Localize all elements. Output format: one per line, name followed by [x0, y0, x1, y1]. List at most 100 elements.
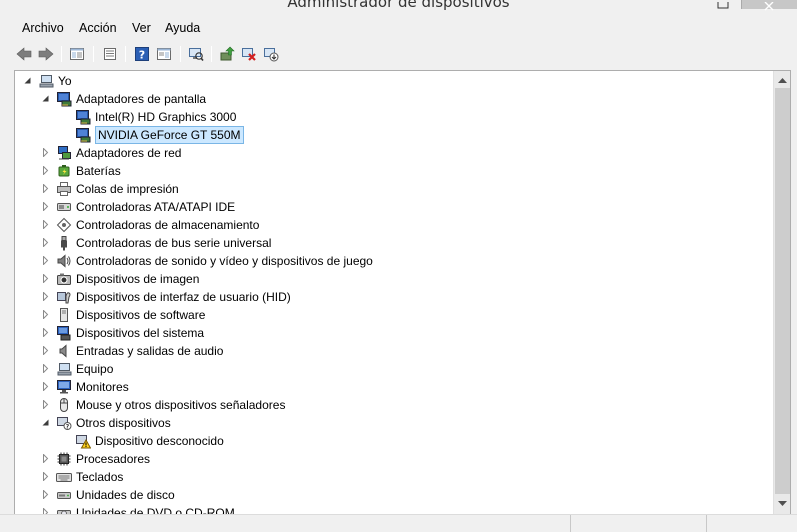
tree-item-dispositivos-de-software[interactable]: Dispositivos de software — [15, 306, 775, 324]
tree-item-label: Controladoras ATA/ATAPI IDE — [76, 200, 236, 214]
tree-item-dispositivos-de-imagen[interactable]: Dispositivos de imagen — [15, 270, 775, 288]
tree-item-label: Adaptadores de red — [76, 146, 182, 160]
expand-toggle[interactable] — [41, 346, 50, 355]
tree-item-baterias[interactable]: Baterías — [15, 162, 775, 180]
storage-controller-icon — [56, 217, 72, 233]
tree-item-unidades-de-disco[interactable]: Unidades de disco — [15, 486, 775, 504]
software-device-icon — [56, 307, 72, 323]
scrollbar-thumb[interactable] — [775, 88, 790, 494]
tree-item-dispositivos-de-interfaz-de-usuario-hid[interactable]: Dispositivos de interfaz de usuario (HID… — [15, 288, 775, 306]
expand-toggle[interactable] — [41, 148, 50, 157]
properties-icon — [104, 48, 116, 60]
tree-item-controladoras-ata-atapi-ide[interactable]: Controladoras ATA/ATAPI IDE — [15, 198, 775, 216]
tree-item-otros-dispositivos[interactable]: ? Otros dispositivos — [15, 414, 775, 432]
expand-toggle[interactable] — [41, 328, 50, 337]
scroll-down-button[interactable] — [774, 495, 790, 512]
audio-io-icon — [56, 343, 72, 359]
tree-item-label: Baterías — [76, 164, 121, 178]
action-pane-icon — [157, 48, 171, 60]
help-button[interactable]: ? — [132, 44, 152, 64]
unknown-device-icon: ? — [56, 415, 72, 431]
tree-item-label: Procesadores — [76, 452, 151, 466]
tree-item-label: Dispositivos de imagen — [76, 272, 200, 286]
expand-toggle[interactable] — [41, 184, 50, 193]
close-button[interactable] — [741, 0, 797, 11]
expand-toggle[interactable] — [41, 202, 50, 211]
forward-button[interactable] — [36, 44, 56, 64]
expand-toggle[interactable] — [41, 238, 50, 247]
collapse-toggle[interactable] — [41, 418, 50, 427]
collapse-toggle[interactable] — [41, 94, 50, 103]
tree-root-yo[interactable]: Yo — [15, 72, 775, 90]
show-hide-tree-button[interactable] — [67, 44, 87, 64]
tree-item-teclados[interactable]: Teclados — [15, 468, 775, 486]
tree-item-equipo[interactable]: Equipo — [15, 360, 775, 378]
tree-item-dispositivo-desconocido[interactable]: Dispositivo desconocido — [15, 432, 775, 450]
scroll-up-button[interactable] — [774, 71, 790, 88]
menu-accion[interactable]: Acción — [79, 21, 117, 35]
scan-hardware-icon — [189, 48, 204, 61]
tree-item-label: Intel(R) HD Graphics 3000 — [95, 110, 237, 124]
expand-toggle[interactable] — [41, 274, 50, 283]
uninstall-device-button[interactable] — [239, 44, 259, 64]
expand-toggle[interactable] — [41, 400, 50, 409]
tree-item-adaptadores-de-red[interactable]: Adaptadores de red — [15, 144, 775, 162]
menu-archivo[interactable]: Archivo — [22, 21, 64, 35]
toolbar-separator — [180, 46, 181, 62]
maximize-button[interactable] — [709, 0, 737, 9]
expand-toggle[interactable] — [41, 220, 50, 229]
chevron-up-icon — [778, 77, 787, 83]
update-driver-button[interactable] — [217, 44, 237, 64]
expand-toggle[interactable] — [41, 292, 50, 301]
collapse-toggle[interactable] — [23, 76, 32, 85]
tree-item-monitores[interactable]: Monitores — [15, 378, 775, 396]
expand-toggle[interactable] — [41, 310, 50, 319]
properties-button[interactable] — [100, 44, 120, 64]
toolbar-separator — [125, 46, 126, 62]
tree-item-label: Dispositivos del sistema — [76, 326, 205, 340]
usb-icon — [56, 235, 72, 251]
tree-item-nvidia-geforce-gt-550m[interactable]: NVIDIA GeForce GT 550M — [15, 126, 775, 144]
warning-device-icon — [75, 433, 92, 449]
expand-toggle[interactable] — [41, 490, 50, 499]
expand-toggle[interactable] — [41, 166, 50, 175]
menu-ver[interactable]: Ver — [132, 21, 151, 35]
status-cell — [706, 515, 797, 532]
tree-item-entradas-y-salidas-de-audio[interactable]: Entradas y salidas de audio — [15, 342, 775, 360]
tree-item-dispositivos-del-sistema[interactable]: Dispositivos del sistema — [15, 324, 775, 342]
tree-item-adaptadores-de-pantalla[interactable]: Adaptadores de pantalla — [15, 90, 775, 108]
expand-toggle[interactable] — [41, 256, 50, 265]
monitor-icon — [56, 379, 72, 395]
tree-item-controladoras-de-bus-serie-universal[interactable]: Controladoras de bus serie universal — [15, 234, 775, 252]
tree-item-controladoras-de-sonido-y-video-y-dispositivos-de-juego[interactable]: Controladoras de sonido y vídeo y dispos… — [15, 252, 775, 270]
expand-toggle[interactable] — [41, 472, 50, 481]
tree-item-procesadores[interactable]: Procesadores — [15, 450, 775, 468]
vertical-scrollbar[interactable] — [773, 71, 790, 531]
device-tree[interactable]: Yo Adaptadores de pantalla Intel(R) HD Gra… — [14, 70, 791, 532]
update-driver-icon — [220, 46, 235, 61]
tree-item-controladoras-de-almacenamiento[interactable]: Controladoras de almacenamiento — [15, 216, 775, 234]
tree-item-label: NVIDIA GeForce GT 550M — [95, 126, 244, 144]
menu-ayuda[interactable]: Ayuda — [165, 21, 200, 35]
back-button[interactable] — [14, 44, 34, 64]
tree-item-colas-de-impresion[interactable]: Colas de impresión — [15, 180, 775, 198]
display-adapter-icon — [56, 91, 72, 107]
tree-item-label: Adaptadores de pantalla — [76, 92, 207, 106]
display-adapter-icon — [75, 127, 91, 143]
window-title: Administrador de dispositivos — [287, 0, 510, 11]
tree-item-mouse-y-otros-dispositivos-senaladores[interactable]: Mouse y otros dispositivos señaladores — [15, 396, 775, 414]
expand-toggle[interactable] — [41, 382, 50, 391]
network-adapter-icon — [56, 145, 72, 161]
disk-drive-icon — [56, 487, 72, 503]
action-pane-button[interactable] — [154, 44, 174, 64]
expand-toggle[interactable] — [41, 454, 50, 463]
expand-toggle[interactable] — [41, 364, 50, 373]
tree-item-label: Dispositivos de interfaz de usuario (HID… — [76, 290, 291, 304]
scan-hardware-button[interactable] — [186, 44, 206, 64]
disable-device-button[interactable] — [261, 44, 281, 64]
toolbar-separator — [93, 46, 94, 62]
system-device-icon — [56, 325, 72, 341]
status-cell — [570, 515, 706, 532]
tree-item-intel-r-hd-graphics-3000[interactable]: Intel(R) HD Graphics 3000 — [15, 108, 775, 126]
display-adapter-icon — [75, 109, 91, 125]
